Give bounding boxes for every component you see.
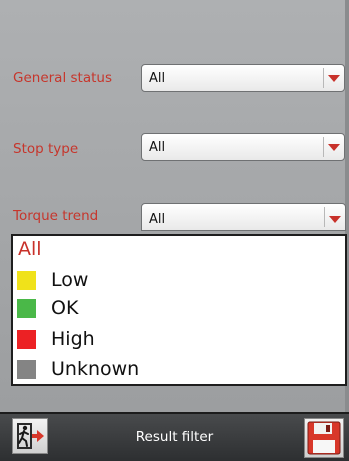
torque-trend-select[interactable]: All	[141, 203, 346, 231]
dropdown-option-label: Unknown	[51, 358, 140, 380]
floppy-disk-icon	[307, 421, 341, 455]
combo-divider	[323, 137, 324, 157]
save-button[interactable]	[304, 418, 344, 458]
toolbar-title: Result filter	[135, 429, 214, 445]
general-status-select[interactable]: All	[141, 64, 345, 92]
stop-type-label: Stop type	[13, 141, 79, 157]
yellow-swatch-icon	[17, 271, 36, 290]
dropdown-option-label: All	[18, 238, 42, 260]
torque-trend-label: Torque trend	[13, 208, 99, 224]
toolbar-divider	[0, 412, 349, 414]
chevron-down-icon[interactable]	[328, 144, 340, 151]
stop-type-value: All	[149, 140, 166, 155]
general-status-label: General status	[13, 70, 112, 86]
torque-trend-dropdown-list: All Low OK High Unknown	[11, 234, 347, 386]
combo-divider	[324, 207, 325, 227]
gray-swatch-icon	[17, 360, 36, 379]
dropdown-option-label: High	[51, 328, 95, 350]
dropdown-option-low[interactable]: Low	[13, 269, 345, 292]
chevron-down-icon[interactable]	[328, 75, 340, 82]
green-swatch-icon	[17, 299, 36, 318]
chevron-down-icon[interactable]	[329, 216, 341, 223]
stop-type-select[interactable]: All	[141, 133, 345, 161]
torque-trend-value: All	[149, 212, 166, 227]
red-swatch-icon	[17, 330, 36, 349]
dropdown-option-label: OK	[51, 297, 79, 319]
dropdown-option-label: Low	[51, 269, 89, 291]
dropdown-option-unknown[interactable]: Unknown	[13, 358, 345, 381]
dropdown-option-ok[interactable]: OK	[13, 297, 345, 320]
general-status-value: All	[149, 71, 166, 86]
combo-divider	[323, 68, 324, 88]
dropdown-option-all[interactable]: All	[13, 238, 345, 261]
dropdown-option-high[interactable]: High	[13, 328, 345, 351]
